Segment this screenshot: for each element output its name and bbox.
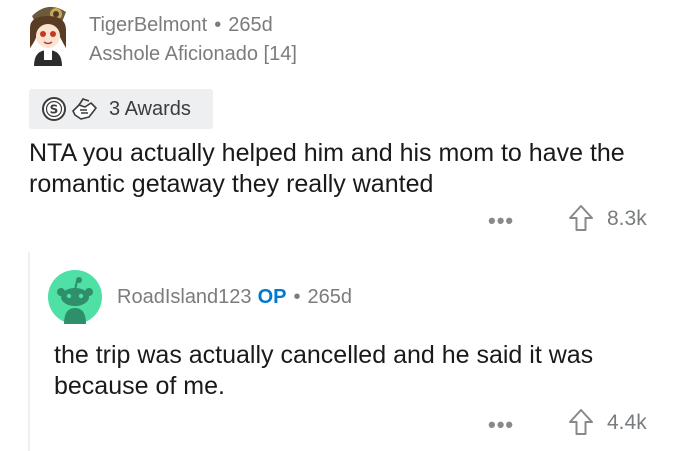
helpful-award-icon xyxy=(72,98,97,120)
upvote-arrow-icon[interactable] xyxy=(567,407,595,437)
comment-username[interactable]: TigerBelmont xyxy=(89,14,207,36)
thread-line[interactable] xyxy=(28,252,30,451)
reply-body: the trip was actually cancelled and he s… xyxy=(54,341,594,400)
silver-award-icon: S xyxy=(42,97,66,121)
meta-separator: • xyxy=(214,14,222,36)
reply-username[interactable]: RoadIsland123 xyxy=(117,286,252,308)
more-options-button[interactable]: ••• xyxy=(488,412,514,438)
op-badge: OP xyxy=(257,286,287,308)
comment-avatar[interactable] xyxy=(22,2,74,66)
user-flair: Asshole Aficionado [14] xyxy=(89,43,297,65)
reply-avatar[interactable] xyxy=(48,270,102,324)
comment-meta: TigerBelmont • 265d xyxy=(89,14,273,37)
more-options-button[interactable]: ••• xyxy=(488,208,514,234)
upvote-arrow-icon[interactable] xyxy=(567,203,595,233)
svg-text:S: S xyxy=(50,103,59,117)
comment-age: 265d xyxy=(228,14,273,36)
comment-body: NTA you actually helped him and his mom … xyxy=(29,139,625,198)
awards-count: 3 Awards xyxy=(109,97,191,120)
reply-age: 265d xyxy=(307,286,352,308)
upvote-count: 4.4k xyxy=(607,411,647,434)
meta-separator: • xyxy=(293,286,301,308)
awards-badge[interactable]: S 3 Awards xyxy=(29,89,213,129)
reply-meta: RoadIsland123 OP • 265d xyxy=(117,286,352,309)
upvote-count: 8.3k xyxy=(607,207,647,230)
